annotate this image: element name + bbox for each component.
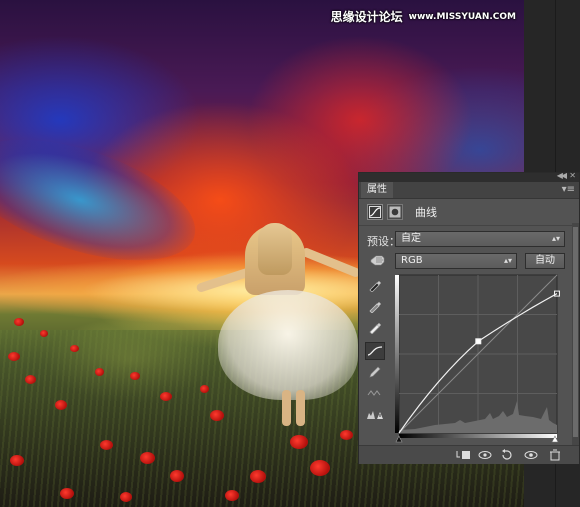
- curve-control-point[interactable]: [475, 338, 482, 345]
- poppy-flower: [225, 490, 239, 501]
- poppy-flower: [140, 452, 155, 464]
- layer-mask-icon[interactable]: [387, 204, 403, 220]
- eyedropper-black-icon[interactable]: [365, 276, 385, 294]
- smooth-icon[interactable]: [365, 384, 385, 402]
- figure-dress: [218, 290, 358, 400]
- poppy-flower: [120, 492, 132, 502]
- poppy-flower: [170, 470, 184, 482]
- clip-to-layer-icon[interactable]: [455, 448, 471, 462]
- curves-adjustment-icon[interactable]: [367, 204, 383, 220]
- scrollbar-thumb[interactable]: [573, 227, 578, 437]
- poppy-flower: [160, 392, 172, 401]
- poppy-flower: [8, 352, 20, 361]
- visibility-icon[interactable]: [523, 448, 539, 462]
- close-icon[interactable]: ✕: [569, 171, 576, 180]
- pencil-icon[interactable]: [365, 363, 385, 381]
- panel-menu-icon[interactable]: ▾≡: [562, 184, 575, 196]
- clipping-warning-icon[interactable]: [365, 405, 385, 423]
- select-arrows-icon: ▴▾: [551, 234, 560, 243]
- reset-icon[interactable]: [499, 448, 515, 462]
- delete-icon[interactable]: [547, 448, 563, 462]
- channel-select[interactable]: RGB ▴▾: [395, 253, 517, 269]
- panel-bottom-bar: [359, 445, 579, 464]
- poppy-flower: [130, 372, 140, 380]
- curve-point-icon[interactable]: [365, 342, 385, 360]
- poppy-flower: [40, 330, 48, 337]
- curves-tool-column: [365, 276, 387, 426]
- poppy-flower: [55, 400, 67, 410]
- properties-panel: ◀◀ ✕ 属性 ▾≡ 曲线 预设： 自定 ▴▾ RGB ▴▾ 自动: [358, 171, 580, 464]
- site-watermark: 思缘设计论坛 www.MISSYUAN.COM: [331, 8, 516, 25]
- poppy-flower: [310, 460, 330, 476]
- preset-select[interactable]: 自定 ▴▾: [395, 231, 565, 247]
- panel-tab-bar: 属性 ▾≡: [359, 182, 579, 199]
- select-arrows-icon: ▴▾: [503, 256, 512, 265]
- panel-scrollbar[interactable]: [572, 223, 579, 445]
- poppy-flower: [25, 375, 36, 384]
- figure-leg: [282, 390, 291, 426]
- poppy-flower: [340, 430, 353, 440]
- adjustment-header: 曲线: [367, 203, 437, 221]
- poppy-flower: [210, 410, 224, 421]
- watermark-url: www.MISSYUAN.COM: [408, 11, 516, 22]
- hand-target-icon[interactable]: [369, 253, 387, 270]
- eyedropper-gray-icon[interactable]: [365, 297, 385, 315]
- curves-graph[interactable]: [395, 273, 565, 443]
- header-divider: [359, 225, 579, 226]
- figure-leg: [296, 390, 305, 426]
- panel-title-bar[interactable]: ◀◀ ✕: [359, 171, 579, 182]
- auto-button[interactable]: 自动: [525, 253, 565, 269]
- channel-value: RGB: [401, 255, 423, 266]
- view-previous-icon[interactable]: [477, 448, 493, 462]
- poppy-flower: [95, 368, 104, 376]
- eyedropper-white-icon[interactable]: [365, 318, 385, 336]
- poppy-flower: [200, 385, 209, 393]
- adjustment-title: 曲线: [415, 206, 437, 219]
- poppy-flower: [14, 318, 24, 326]
- poppy-flower: [100, 440, 113, 450]
- figure-hair: [258, 223, 292, 275]
- preset-value: 自定: [401, 233, 421, 244]
- poppy-flower: [250, 470, 266, 483]
- tab-properties[interactable]: 属性: [361, 182, 393, 198]
- poppy-flower: [10, 455, 24, 466]
- watermark-title: 思缘设计论坛: [330, 10, 403, 24]
- poppy-flower: [60, 488, 74, 499]
- poppy-flower: [290, 435, 308, 449]
- poppy-flower: [70, 345, 79, 352]
- double-chevron-left-icon[interactable]: ◀◀: [557, 171, 567, 180]
